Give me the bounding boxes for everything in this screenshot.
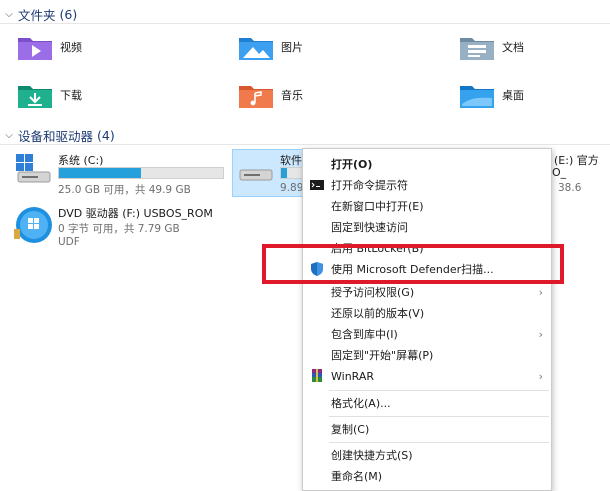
section-label: 设备和驱动器 <box>18 128 94 144</box>
menu-item-label: WinRAR <box>331 369 375 383</box>
submenu-arrow-icon: › <box>538 369 543 383</box>
drive-usage-bar <box>280 167 302 179</box>
menu-item-restore-versions[interactable]: 还原以前的版本(V) <box>303 302 551 324</box>
menu-item-grant-access[interactable]: 授予访问权限(G) › <box>303 281 551 303</box>
drive-c[interactable]: 系统 (C:) 25.0 GB 可用，共 49.9 GB <box>14 152 229 198</box>
menu-item-label: 包含到库中(I) <box>331 328 398 341</box>
drive-name: 软件 <box>280 154 302 167</box>
menu-item-winrar[interactable]: WinRAR › <box>303 365 551 387</box>
downloads-folder-icon <box>16 80 54 110</box>
folder-downloads[interactable]: 下载 <box>16 78 82 112</box>
submenu-arrow-icon: › <box>538 285 543 299</box>
chevron-down-icon: ⌵ <box>5 129 13 141</box>
menu-item-label: 格式化(A)... <box>331 397 391 410</box>
menu-item-pin-start[interactable]: 固定到"开始"屏幕(P) <box>303 344 551 366</box>
menu-item-label: 固定到"开始"屏幕(P) <box>331 349 434 362</box>
menu-item-label: 固定到快速访问 <box>331 221 408 234</box>
folder-name: 音乐 <box>281 89 303 102</box>
annotation-highlight-box <box>262 244 564 284</box>
chevron-down-icon: ⌵ <box>5 8 13 20</box>
drive-name: 系统 (C:) <box>58 154 104 167</box>
menu-item-pin-quick-access[interactable]: 固定到快速访问 <box>303 216 551 238</box>
command-prompt-icon <box>309 177 325 193</box>
desktop-folder-icon <box>458 80 496 110</box>
submenu-arrow-icon: › <box>538 327 543 341</box>
video-folder-icon <box>16 32 54 62</box>
menu-item-label: 还原以前的版本(V) <box>331 307 425 320</box>
drive-size: 38.6 <box>558 182 582 194</box>
drive-size: 0 字节 可用，共 7.79 GB <box>58 223 180 235</box>
context-menu: 打开(O) 打开命令提示符 在新窗口中打开(E) 固定到快速访问 启用 BitL… <box>302 148 552 491</box>
folder-name: 文档 <box>502 41 524 54</box>
section-label: 文件夹 <box>18 7 56 23</box>
menu-item-label: 在新窗口中打开(E) <box>331 200 424 213</box>
menu-item-label: 创建快捷方式(S) <box>331 449 413 462</box>
folder-music[interactable]: 音乐 <box>237 78 303 112</box>
dvd-drive-icon <box>14 205 54 245</box>
drive-filesystem: UDF <box>58 236 80 248</box>
winrar-icon <box>309 368 325 384</box>
menu-item-rename[interactable]: 重命名(M) <box>303 465 551 487</box>
music-folder-icon <box>237 80 275 110</box>
folder-name: 桌面 <box>502 89 524 102</box>
drive-f[interactable]: DVD 驱动器 (F:) USBOS_ROM 0 字节 可用，共 7.79 GB… <box>14 205 244 251</box>
menu-item-create-shortcut[interactable]: 创建快捷方式(S) <box>303 444 551 466</box>
menu-separator <box>329 390 549 391</box>
menu-item-open-new-window[interactable]: 在新窗口中打开(E) <box>303 195 551 217</box>
section-divider <box>0 23 610 24</box>
drive-name: DVD 驱动器 (F:) USBOS_ROM <box>58 207 213 220</box>
menu-item-label: 授予访问权限(G) <box>331 286 415 299</box>
drive-size: 9.89 <box>280 182 302 194</box>
folder-videos[interactable]: 视频 <box>16 30 82 64</box>
drive-e[interactable]: (E:) 官方 O_ 38.6 <box>552 152 610 196</box>
menu-item-open-cmd[interactable]: 打开命令提示符 <box>303 174 551 196</box>
drive-size: 25.0 GB 可用，共 49.9 GB <box>58 184 191 196</box>
folder-documents[interactable]: 文档 <box>458 30 524 64</box>
section-count: (6) <box>59 6 78 22</box>
menu-item-format[interactable]: 格式化(A)... <box>303 392 551 414</box>
menu-item-copy[interactable]: 复制(C) <box>303 418 551 440</box>
folder-name: 视频 <box>60 41 82 54</box>
section-header-folders[interactable]: ⌵ 文件夹 (6) <box>0 4 610 24</box>
folder-name: 下载 <box>60 89 82 102</box>
drive-icon <box>236 152 276 192</box>
folder-pictures[interactable]: 图片 <box>237 30 303 64</box>
drive-usage-fill <box>281 168 287 178</box>
menu-separator <box>329 416 549 417</box>
drive-usage-bar <box>58 167 224 179</box>
drive-usage-fill <box>59 168 141 178</box>
menu-separator <box>329 442 549 443</box>
menu-item-label: 打开(O) <box>331 158 373 171</box>
folder-desktop[interactable]: 桌面 <box>458 78 524 112</box>
system-drive-icon <box>14 152 54 192</box>
pictures-folder-icon <box>237 32 275 62</box>
drive-d[interactable]: 软件 9.89 <box>236 152 302 196</box>
menu-item-open[interactable]: 打开(O) <box>303 153 551 175</box>
menu-item-label: 打开命令提示符 <box>331 179 408 192</box>
menu-item-label: 重命名(M) <box>331 470 383 483</box>
drive-label-continued: O_ <box>552 166 567 179</box>
folder-name: 图片 <box>281 41 303 54</box>
documents-folder-icon <box>458 32 496 62</box>
section-divider <box>0 144 610 145</box>
menu-item-label: 复制(C) <box>331 423 370 436</box>
menu-item-include-library[interactable]: 包含到库中(I) › <box>303 323 551 345</box>
section-count: (4) <box>97 127 115 143</box>
section-header-drives[interactable]: ⌵ 设备和驱动器 (4) <box>0 125 610 145</box>
